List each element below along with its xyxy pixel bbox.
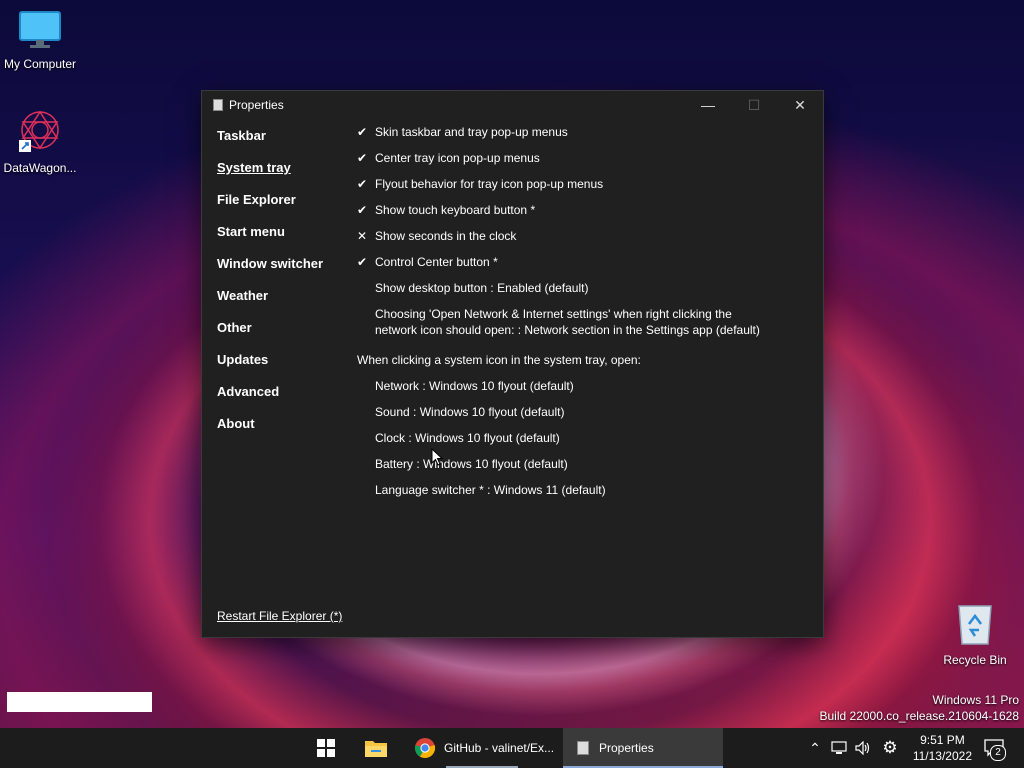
nav-advanced[interactable]: Advanced — [217, 384, 323, 416]
taskbar-clock[interactable]: 9:51 PM 11/13/2022 — [913, 732, 972, 764]
restart-explorer-link[interactable]: Restart File Explorer (*) — [217, 609, 342, 623]
maximize-icon: ☐ — [747, 96, 761, 113]
nav-window-switcher[interactable]: Window switcher — [217, 256, 323, 288]
window-titlebar[interactable]: Properties — ☐ ✕ — [202, 91, 823, 119]
check-icon: ✔ — [357, 255, 368, 269]
blank-white-bar — [7, 692, 152, 712]
recycle-bin-icon — [958, 605, 992, 645]
close-icon: ✕ — [794, 96, 806, 113]
nav-about[interactable]: About — [217, 416, 323, 448]
sub-option-network[interactable]: Network : Windows 10 flyout (default) — [357, 378, 775, 404]
option-center-menus[interactable]: ✔ Center tray icon pop-up menus — [357, 150, 775, 176]
option-show-seconds[interactable]: ✕ Show seconds in the clock — [357, 228, 775, 254]
option-label: Show seconds in the clock — [375, 229, 517, 243]
watermark-edition: Windows 11 Pro — [932, 693, 1019, 707]
check-icon: ✔ — [357, 125, 368, 139]
nav-taskbar[interactable]: Taskbar — [217, 128, 323, 160]
option-skin-menus[interactable]: ✔ Skin taskbar and tray pop-up menus — [357, 124, 775, 150]
nav-updates[interactable]: Updates — [217, 352, 323, 384]
gear-icon: ⚙ — [882, 738, 898, 757]
notification-center-button[interactable]: 2 — [980, 728, 1008, 768]
desktop-icon-recycle-bin[interactable]: Recycle Bin — [935, 602, 1015, 667]
section-heading: When clicking a system icon in the syste… — [357, 353, 641, 367]
notification-count-badge: 2 — [990, 745, 1006, 761]
sub-option-clock[interactable]: Clock : Windows 10 flyout (default) — [357, 430, 775, 456]
monitor-icon — [19, 11, 61, 48]
nav-system-tray[interactable]: System tray — [217, 160, 323, 192]
datawagon-icon — [19, 110, 59, 152]
option-touch-keyboard[interactable]: ✔ Show touch keyboard button * — [357, 202, 775, 228]
check-icon: ✔ — [357, 151, 368, 165]
properties-window: Properties — ☐ ✕ Taskbar System tray Fil… — [201, 90, 824, 638]
desktop-icon-label: Recycle Bin — [943, 653, 1007, 667]
sub-option-battery[interactable]: Battery : Windows 10 flyout (default) — [357, 456, 775, 482]
nav-weather[interactable]: Weather — [217, 288, 323, 320]
properties-icon — [213, 99, 223, 111]
minimize-icon: — — [701, 97, 715, 113]
settings-tray-icon[interactable]: ⚙ — [878, 728, 902, 768]
minimize-button[interactable]: — — [685, 91, 731, 119]
cross-icon: ✕ — [357, 229, 368, 243]
network-icon — [831, 741, 847, 754]
check-icon: ✔ — [357, 177, 368, 191]
maximize-button[interactable]: ☐ — [731, 91, 777, 119]
window-title: Properties — [229, 98, 284, 112]
settings-content: ✔ Skin taskbar and tray pop-up menus ✔ Cen… — [357, 124, 775, 508]
taskbar-app-properties[interactable]: Properties — [563, 728, 723, 768]
start-button[interactable] — [306, 728, 346, 768]
taskbar-app-chrome[interactable]: GitHub - valinet/Ex... — [406, 728, 558, 768]
option-control-center[interactable]: ✔ Control Center button * — [357, 254, 775, 280]
windows-logo-icon — [317, 739, 335, 757]
settings-sidebar: Taskbar System tray File Explorer Start … — [217, 128, 323, 448]
folder-icon — [365, 741, 387, 757]
speaker-icon — [855, 741, 870, 755]
desktop-icon-label: DataWagon... — [3, 161, 77, 175]
taskbar-app-label: Properties — [599, 741, 654, 755]
chrome-icon — [415, 738, 436, 758]
show-hidden-icons-button[interactable]: ⌃ — [805, 728, 825, 768]
option-show-desktop[interactable]: Show desktop button : Enabled (default) — [357, 280, 775, 306]
desktop-icon-datawagon[interactable]: DataWagon... — [0, 108, 80, 175]
check-icon: ✔ — [357, 203, 368, 217]
mouse-cursor-icon — [431, 448, 443, 466]
option-label: Show desktop button : Enabled (default) — [375, 281, 589, 295]
option-label: Show touch keyboard button * — [375, 203, 536, 217]
sub-option-sound[interactable]: Sound : Windows 10 flyout (default) — [357, 404, 775, 430]
sub-option-language-switcher[interactable]: Language switcher * : Windows 11 (defaul… — [357, 482, 775, 508]
desktop-icon-label: My Computer — [3, 57, 77, 71]
nav-other[interactable]: Other — [217, 320, 323, 352]
option-label: Control Center button * — [375, 255, 498, 269]
option-label: Flyout behavior for tray icon pop-up men… — [375, 177, 604, 191]
option-flyout-behavior[interactable]: ✔ Flyout behavior for tray icon pop-up me… — [357, 176, 775, 202]
option-network-settings[interactable]: Choosing 'Open Network & Internet settin… — [357, 306, 775, 352]
windows-watermark: Windows 11 Pro Build 22000.co_release.21… — [820, 692, 1020, 724]
desktop-icon-my-computer[interactable]: My Computer — [0, 10, 80, 71]
close-button[interactable]: ✕ — [777, 91, 823, 119]
option-label: Choosing 'Open Network & Internet settin… — [375, 307, 760, 337]
file-explorer-taskbar-button[interactable] — [356, 728, 396, 768]
nav-start-menu[interactable]: Start menu — [217, 224, 323, 256]
taskbar: GitHub - valinet/Ex... Properties ⌃ ⚙ 9:… — [0, 728, 1024, 768]
option-label: Skin taskbar and tray pop-up menus — [375, 125, 568, 139]
clock-time: 9:51 PM — [920, 733, 965, 747]
option-label: Center tray icon pop-up menus — [375, 151, 540, 165]
network-tray-icon[interactable] — [828, 728, 850, 768]
watermark-build: Build 22000.co_release.210604-1628 — [819, 709, 1020, 723]
volume-tray-icon[interactable] — [852, 728, 874, 768]
taskbar-app-label: GitHub - valinet/Ex... — [444, 741, 555, 755]
nav-file-explorer[interactable]: File Explorer — [217, 192, 323, 224]
chevron-up-icon: ⌃ — [809, 739, 821, 756]
clock-date: 11/13/2022 — [912, 749, 972, 763]
properties-icon — [577, 741, 589, 755]
